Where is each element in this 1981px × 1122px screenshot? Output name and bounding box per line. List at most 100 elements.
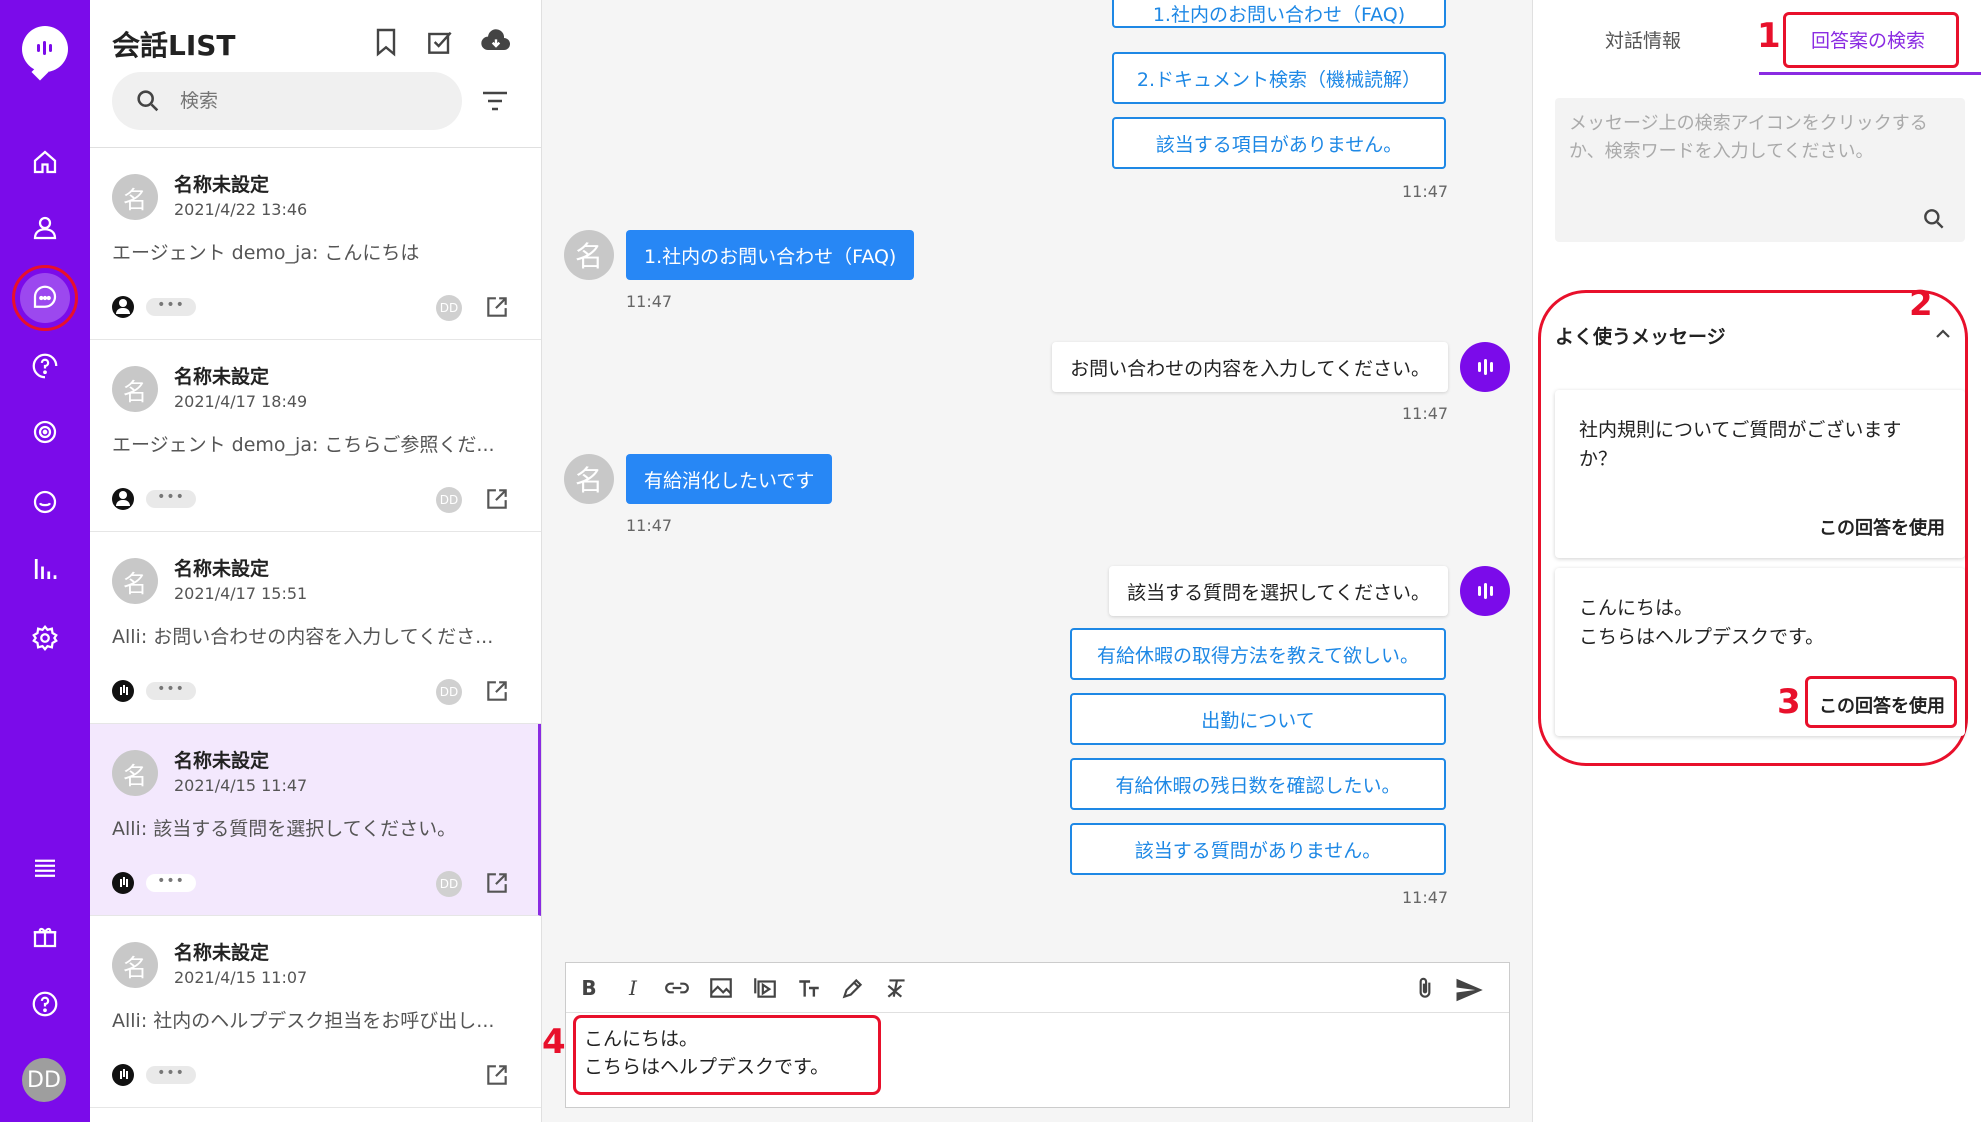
nav-rail: DD — [0, 0, 90, 1122]
conversation-item[interactable]: 名 名称未設定 2021/4/22 13:46 エージェント demo_ja: … — [90, 148, 541, 340]
filter-icon[interactable] — [480, 88, 510, 114]
assignee-badge: DD — [436, 679, 462, 705]
menu-icon[interactable] — [0, 839, 90, 895]
tab-conversation-info[interactable]: 対話情報 — [1605, 26, 1681, 53]
gift-icon[interactable] — [0, 908, 90, 964]
conversation-item[interactable]: 名 名称未設定 2021/4/17 18:49 エージェント demo_ja: … — [90, 340, 541, 532]
conversation-name: 名称未設定 — [174, 558, 270, 580]
bot-avatar-icon — [1460, 342, 1510, 392]
bot-status-icon — [112, 872, 134, 894]
annotation-box — [573, 1015, 881, 1095]
home-icon[interactable] — [0, 134, 90, 190]
help-circle-icon[interactable] — [0, 338, 90, 394]
message-composer[interactable]: B I こんにちは。 こちらはヘルプデスクです。 — [565, 962, 1510, 1108]
customer-avatar: 名 — [564, 230, 614, 280]
search-icon[interactable] — [1921, 206, 1947, 232]
assignee-badge: DD — [436, 295, 462, 321]
link-icon[interactable] — [664, 975, 690, 1001]
cloud-download-icon[interactable] — [480, 26, 512, 58]
image-icon[interactable] — [708, 975, 734, 1001]
annotation-box — [1783, 12, 1959, 68]
answer-search-placeholder: メッセージ上の検索アイコンをクリックするか、検索ワードを入力してください。 — [1569, 113, 1928, 162]
user-icon[interactable] — [0, 200, 90, 256]
option-button[interactable]: 有給休暇の取得方法を教えて欲しい。 — [1070, 628, 1446, 680]
message-icon[interactable] — [0, 474, 90, 530]
assignee-badge: DD — [436, 871, 462, 897]
list-title: 会話LIST — [112, 29, 236, 62]
more-dots[interactable]: ••• — [146, 874, 196, 892]
frequent-message-line: こちらはヘルプデスクです。 — [1579, 626, 1825, 648]
bot-status-icon — [112, 680, 134, 702]
option-button[interactable]: 該当する質問がありません。 — [1070, 823, 1446, 875]
agent-status-icon — [112, 488, 134, 510]
conversation-avatar: 名 — [112, 942, 158, 988]
option-button[interactable]: 出勤について — [1070, 693, 1446, 745]
open-external-icon[interactable] — [484, 678, 510, 704]
frequent-message-text: 社内規則についてご質問がございますか？ — [1579, 419, 1902, 470]
question-icon[interactable] — [0, 976, 90, 1032]
message-time: 11:47 — [626, 292, 673, 311]
more-dots[interactable]: ••• — [146, 298, 196, 316]
bold-icon[interactable]: B — [576, 975, 602, 1001]
conversation-time: 2021/4/17 18:49 — [174, 392, 308, 411]
more-dots[interactable]: ••• — [146, 682, 196, 700]
gear-icon[interactable] — [0, 610, 90, 666]
option-button[interactable]: 2.ドキュメント検索（機械読解） — [1112, 52, 1446, 104]
open-external-icon[interactable] — [484, 1062, 510, 1088]
search-bar[interactable] — [112, 72, 462, 130]
conversation-avatar: 名 — [112, 366, 158, 412]
answer-search-box[interactable]: メッセージ上の検索アイコンをクリックするか、検索ワードを入力してください。 — [1555, 98, 1965, 242]
conversation-time: 2021/4/15 11:47 — [174, 776, 308, 795]
video-icon[interactable] — [752, 975, 778, 1001]
more-dots[interactable]: ••• — [146, 1066, 196, 1084]
annotation-number: 4 — [542, 1022, 566, 1062]
bot-message: お問い合わせの内容を入力してください。 — [1052, 342, 1448, 392]
open-external-icon[interactable] — [484, 294, 510, 320]
message-time: 11:47 — [1402, 888, 1449, 907]
color-picker-icon[interactable] — [840, 975, 866, 1001]
annotation-number: 3 — [1777, 682, 1801, 722]
conversation-preview: エージェント demo_ja: こんにちは — [112, 242, 420, 264]
more-dots[interactable]: ••• — [146, 490, 196, 508]
text-size-icon[interactable] — [796, 975, 822, 1001]
conversation-item-selected[interactable]: 名 名称未設定 2021/4/15 11:47 Alli: 該当する質問を選択し… — [90, 724, 541, 916]
clear-format-icon[interactable] — [884, 975, 910, 1001]
conversation-item[interactable]: 名 名称未設定 2021/4/15 11:07 Alli: 社内のヘルプデスク担… — [90, 916, 541, 1108]
checkbox-icon[interactable] — [424, 26, 456, 58]
conversation-preview: Alli: 社内のヘルプデスク担当をお呼び出し... — [112, 1010, 495, 1032]
format-toolbar: B I — [566, 963, 1509, 1013]
user-avatar[interactable]: DD — [22, 1058, 66, 1102]
bot-message: 該当する質問を選択してください。 — [1109, 566, 1448, 616]
search-input[interactable] — [180, 86, 440, 116]
frequent-message-card: 社内規則についてご質問がございますか？ この回答を使用 — [1555, 390, 1965, 558]
conversation-name: 名称未設定 — [174, 750, 270, 772]
option-button[interactable]: 1.社内のお問い合わせ（FAQ) — [1112, 0, 1446, 28]
open-external-icon[interactable] — [484, 486, 510, 512]
attachment-icon[interactable] — [1412, 975, 1438, 1001]
search-icon — [137, 90, 159, 112]
frequent-message-text: こんにちは。 こちらはヘルプデスクです。 — [1579, 594, 1939, 652]
option-button[interactable]: 有給休暇の残日数を確認したい。 — [1070, 758, 1446, 810]
send-icon[interactable] — [1454, 975, 1484, 1005]
chat-area: 1.社内のお問い合わせ（FAQ) 2.ドキュメント検索（機械読解） 該当する項目… — [542, 0, 1532, 1122]
chevron-up-icon[interactable] — [1931, 322, 1955, 346]
conversation-preview: Alli: 該当する質問を選択してください。 — [112, 818, 457, 840]
app-logo-icon[interactable] — [22, 26, 68, 72]
frequent-message-line: こんにちは。 — [1579, 597, 1694, 619]
bar-chart-icon[interactable] — [0, 541, 90, 597]
active-tab-indicator — [1759, 72, 1981, 75]
conversation-name: 名称未設定 — [174, 942, 270, 964]
option-button[interactable]: 該当する項目がありません。 — [1112, 117, 1446, 169]
conversation-time: 2021/4/22 13:46 — [174, 200, 308, 219]
target-icon[interactable] — [0, 404, 90, 460]
conversation-item[interactable]: 名 名称未設定 2021/4/17 15:51 Alli: お問い合わせの内容を… — [90, 532, 541, 724]
bookmark-icon[interactable] — [370, 26, 402, 58]
italic-icon[interactable]: I — [620, 975, 646, 1001]
message-time: 11:47 — [1402, 404, 1449, 423]
customer-message: 有給消化したいです — [626, 454, 833, 504]
use-answer-button[interactable]: この回答を使用 — [1819, 514, 1945, 540]
bot-status-icon — [112, 1064, 134, 1086]
customer-message: 1.社内のお問い合わせ（FAQ) — [626, 230, 915, 280]
conversation-name: 名称未設定 — [174, 366, 270, 388]
open-external-icon[interactable] — [484, 870, 510, 896]
